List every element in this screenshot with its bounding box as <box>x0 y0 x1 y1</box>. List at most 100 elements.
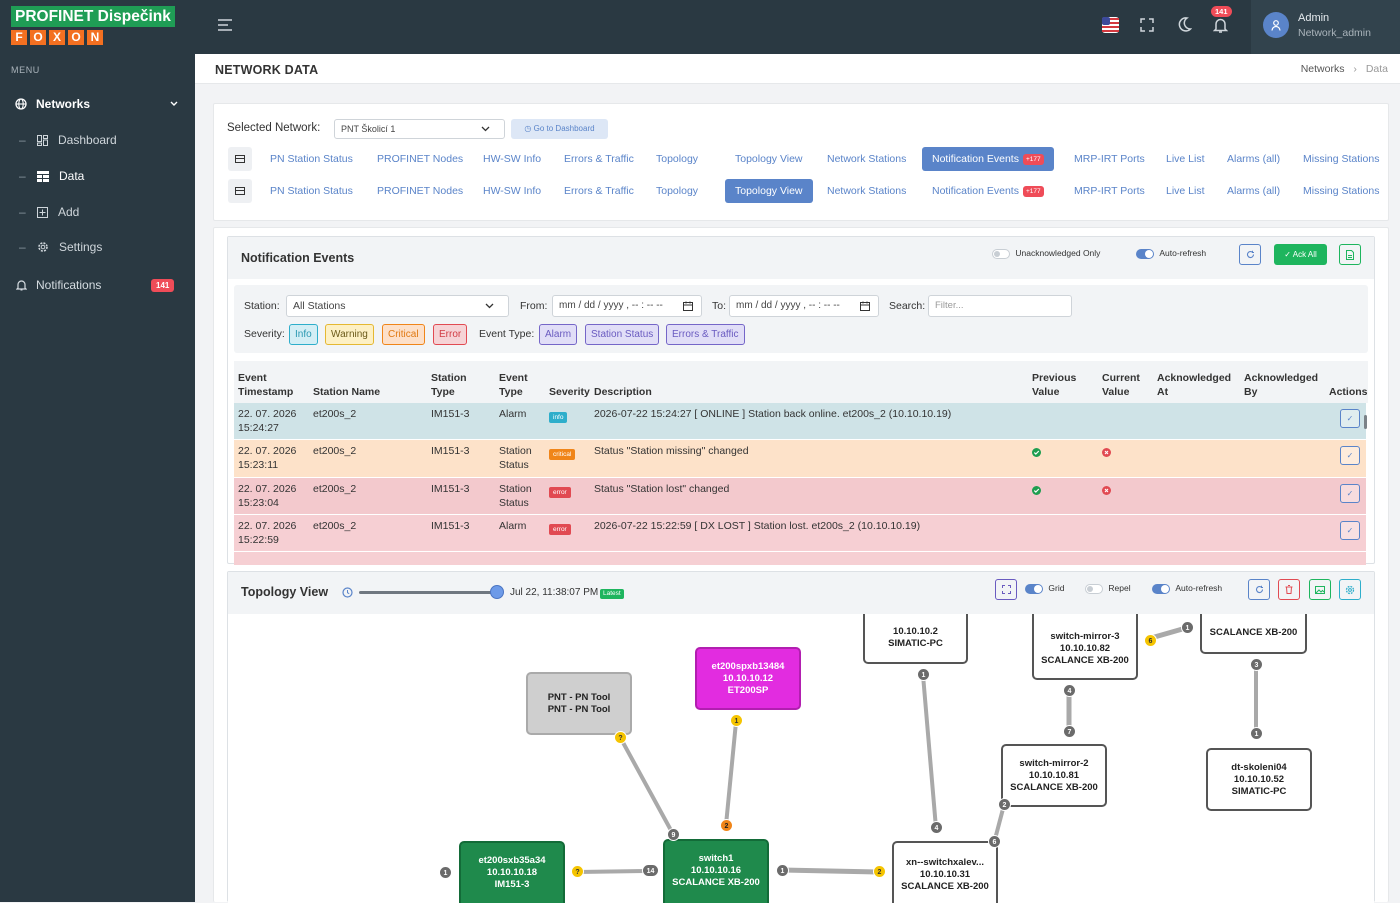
tab-topology[interactable]: Topology <box>646 179 708 203</box>
refresh-button[interactable] <box>1239 244 1261 265</box>
search-input[interactable]: Filter... <box>928 295 1072 317</box>
type-errors-traffic-chip[interactable]: Errors & Traffic <box>666 324 745 345</box>
topology-node[interactable]: xn--switchxalev... 10.10.10.31 SCALANCE XB… <box>892 841 998 903</box>
table-row[interactable]: 22. 07. 2026 15:22:59 et200s_2 IM151-3 A… <box>234 515 1366 552</box>
topology-node[interactable]: SCALANCE XB-200 <box>1200 614 1307 654</box>
tab-errors-traffic[interactable]: Errors & Traffic <box>554 147 644 171</box>
ack-all-button[interactable]: ✓ Ack All <box>1274 244 1327 265</box>
from-date-input[interactable]: mm / dd / yyyy , -- : -- -- <box>552 295 702 317</box>
sidebar-item-add[interactable]: – Add <box>0 204 195 220</box>
acknowledge-button[interactable]: ✓ <box>1340 484 1360 503</box>
brand-logo[interactable]: PROFINET Dispečink F O X O N <box>11 6 175 45</box>
severity-critical-chip[interactable]: Critical <box>382 324 425 345</box>
tab-network-stations[interactable]: Network Stations <box>817 179 916 203</box>
tab-notification-events[interactable]: Notification Events +177 <box>922 179 1054 203</box>
acknowledge-button[interactable]: ✓ <box>1340 409 1360 428</box>
table-row[interactable]: 22. 07. 2026 15:23:04 et200s_2 IM151-3 S… <box>234 478 1366 515</box>
link <box>576 869 650 874</box>
go-to-dashboard-button[interactable]: ◷ Go to Dashboard <box>511 119 608 139</box>
repel-toggle[interactable]: Repel <box>1085 583 1131 594</box>
tab-mrp-irt-ports[interactable]: MRP-IRT Ports <box>1064 147 1155 171</box>
export-button[interactable] <box>1339 244 1361 265</box>
tab-hw-sw-info[interactable]: HW-SW Info <box>473 147 551 171</box>
export-image-button[interactable] <box>1309 579 1331 600</box>
table-row[interactable]: 22. 07. 2026 15:23:11 et200s_2 IM151-3 S… <box>234 440 1366 478</box>
tab-topology-view[interactable]: Topology View <box>725 147 813 171</box>
topology-refresh-button[interactable] <box>1248 579 1270 600</box>
fit-view-button[interactable] <box>995 579 1017 600</box>
tabs-toggle-button[interactable] <box>228 179 252 203</box>
acknowledge-button[interactable]: ✓ <box>1340 446 1360 465</box>
tab-hw-sw-info[interactable]: HW-SW Info <box>473 179 551 203</box>
events-autorefresh-toggle[interactable]: Auto-refresh <box>1136 248 1206 259</box>
bell-icon[interactable] <box>1213 17 1228 33</box>
node-line: PNT - PN Tool <box>547 703 611 715</box>
tab-missing-stations[interactable]: Missing Stations <box>1293 179 1389 203</box>
slider-thumb[interactable] <box>490 585 504 599</box>
submenu-dash: – <box>19 133 26 147</box>
time-slider[interactable] <box>359 585 504 599</box>
topology-node[interactable]: PNT - PN Tool PNT - PN Tool <box>526 672 632 735</box>
topology-node[interactable]: dt-skoleni04 10.10.10.52 SIMATIC-PC <box>1206 748 1312 811</box>
sidebar-item-dashboard[interactable]: – Dashboard <box>0 132 195 148</box>
toggle-switch <box>1136 248 1154 259</box>
topology-node[interactable]: switch-mirror-2 10.10.10.81 SCALANCE XB-20… <box>1001 744 1107 807</box>
severity-warning-chip[interactable]: Warning <box>325 324 374 345</box>
cell-station-name: et200s_2 <box>313 520 357 532</box>
sidebar-item-data[interactable]: – Data <box>0 168 195 184</box>
sidebar-item-label: Dashboard <box>58 133 117 147</box>
tab-network-stations[interactable]: Network Stations <box>817 147 916 171</box>
tab-pn-station-status[interactable]: PN Station Status <box>260 147 363 171</box>
topology-canvas[interactable]: 10.10.10.2 SIMATIC-PC switch-mirror-3 10.1… <box>228 614 1374 903</box>
network-select[interactable]: PNT Školicí 1 <box>334 119 505 139</box>
severity-info-chip[interactable]: Info <box>289 324 318 345</box>
to-date-input[interactable]: mm / dd / yyyy , -- : -- -- <box>729 295 879 317</box>
topology-node[interactable]: et200sxb35a34 10.10.10.18 IM151-3 <box>459 841 565 903</box>
tab-missing-stations[interactable]: Missing Stations <box>1293 147 1389 171</box>
moon-icon[interactable] <box>1178 17 1192 32</box>
tab-topology-view[interactable]: Topology View <box>725 179 813 203</box>
tab-alarms-all[interactable]: Alarms (all) <box>1217 179 1290 203</box>
cell-timestamp: 22. 07. 2026 15:23:11 <box>238 445 297 471</box>
user-menu[interactable]: Admin Network_admin <box>1251 0 1400 54</box>
fullscreen-icon[interactable] <box>1140 18 1154 32</box>
tab-notification-events[interactable]: Notification Events +177 <box>922 147 1054 171</box>
breadcrumb-networks[interactable]: Networks <box>1301 63 1345 75</box>
hamburger-icon[interactable] <box>217 18 233 32</box>
table-row[interactable]: 22. 07. 2026 15:24:27 et200s_2 IM151-3 A… <box>234 403 1366 440</box>
tab-profinet-nodes[interactable]: PROFINET Nodes <box>367 147 473 171</box>
trash-icon <box>1285 585 1293 594</box>
topology-node[interactable]: 10.10.10.2 SIMATIC-PC <box>863 614 968 664</box>
table-row[interactable] <box>234 552 1366 565</box>
tab-topology[interactable]: Topology <box>646 147 708 171</box>
station-filter-select[interactable]: All Stations <box>286 295 509 317</box>
tab-errors-traffic[interactable]: Errors & Traffic <box>554 179 644 203</box>
type-station-status-chip[interactable]: Station Status <box>585 324 660 345</box>
unacknowledged-only-toggle[interactable]: Unacknowledged Only <box>992 248 1100 259</box>
page-title: NETWORK DATA <box>215 63 319 77</box>
tab-alarms-all[interactable]: Alarms (all) <box>1217 147 1290 171</box>
table-scrollbar[interactable] <box>1364 415 1367 429</box>
type-alarm-chip[interactable]: Alarm <box>539 324 578 345</box>
severity-error-chip[interactable]: Error <box>433 324 468 345</box>
tab-pn-station-status[interactable]: PN Station Status <box>260 179 363 203</box>
tab-profinet-nodes[interactable]: PROFINET Nodes <box>367 179 473 203</box>
topology-autorefresh-toggle[interactable]: Auto-refresh <box>1152 583 1222 594</box>
cell-event-type: Station Status <box>499 483 532 509</box>
toggle-label: Unacknowledged Only <box>1015 248 1101 258</box>
tab-live-list[interactable]: Live List <box>1156 179 1215 203</box>
tab-live-list[interactable]: Live List <box>1156 147 1215 171</box>
delete-button[interactable] <box>1278 579 1300 600</box>
acknowledge-button[interactable]: ✓ <box>1340 521 1360 540</box>
sidebar-item-networks[interactable]: Networks <box>0 96 195 112</box>
topology-node[interactable]: switch1 10.10.10.16 SCALANCE XB-200 <box>663 839 769 903</box>
sidebar-item-settings[interactable]: – Settings <box>0 239 195 255</box>
tabs-toggle-button[interactable] <box>228 147 252 171</box>
topology-node[interactable]: et200spxb13484 10.10.10.12 ET200SP <box>695 647 801 710</box>
topology-settings-button[interactable] <box>1339 579 1361 600</box>
grid-toggle[interactable]: Grid <box>1025 583 1064 594</box>
tab-mrp-irt-ports[interactable]: MRP-IRT Ports <box>1064 179 1155 203</box>
topology-node[interactable]: switch-mirror-3 10.10.10.82 SCALANCE XB-20… <box>1032 614 1138 680</box>
sidebar-item-notifications[interactable]: Notifications 141 <box>0 277 195 293</box>
us-flag-icon[interactable] <box>1102 17 1119 33</box>
